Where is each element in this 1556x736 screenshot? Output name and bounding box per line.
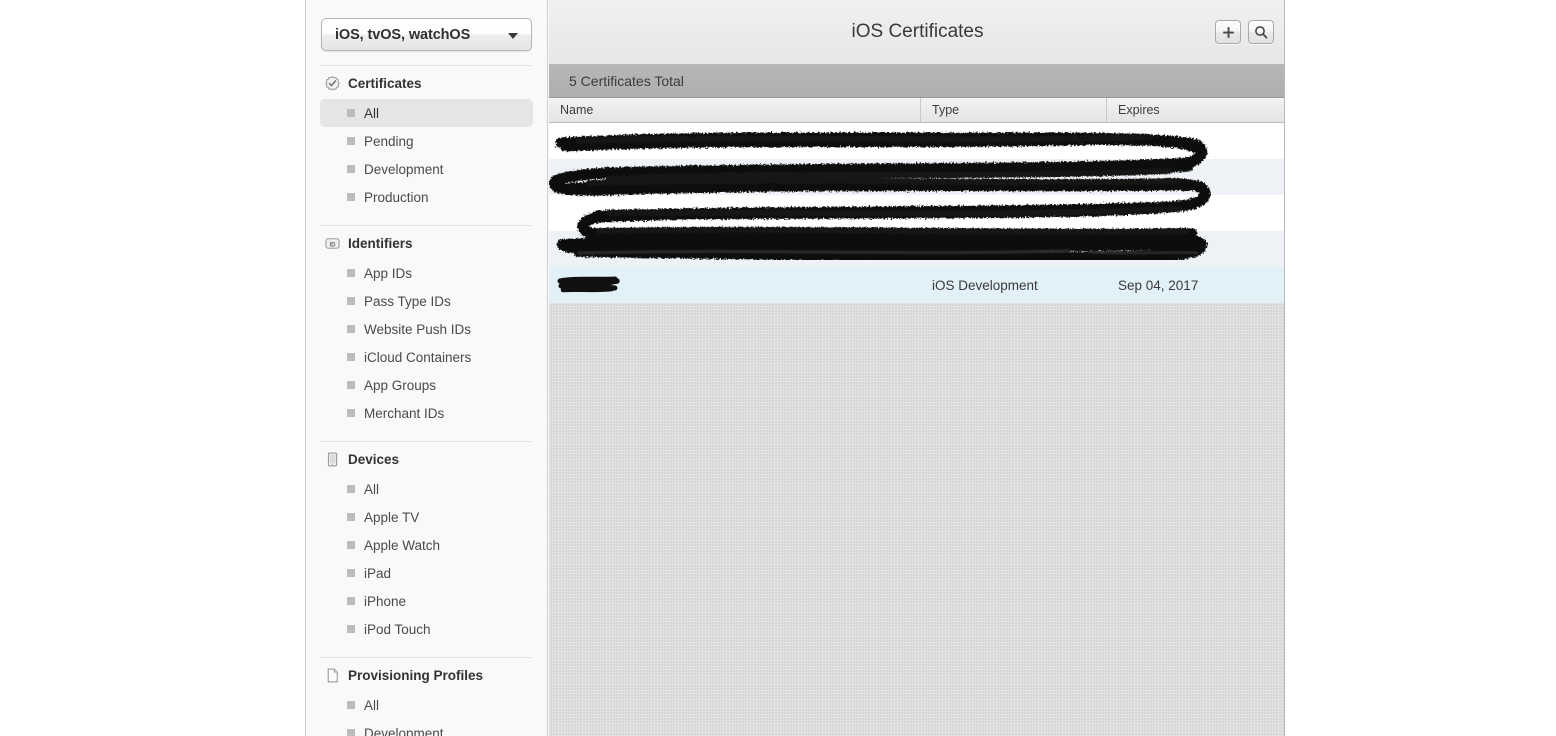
sidebar-item-icloud-containers[interactable]: iCloud Containers: [320, 343, 533, 371]
sidebar-item-label: iCloud Containers: [364, 349, 472, 365]
sidebar-item-label: Development: [364, 161, 444, 177]
table-row[interactable]: [549, 159, 1284, 195]
sidebar-item-certificates-development[interactable]: Development: [320, 155, 533, 183]
sidebar-item-apple-watch[interactable]: Apple Watch: [320, 531, 533, 559]
sidebar-item-label: Development: [364, 725, 444, 736]
id-badge-icon: ID: [325, 238, 340, 249]
sidebar-item-certificates-pending[interactable]: Pending: [320, 127, 533, 155]
sidebar-group-provisioning-profiles: Provisioning Profiles: [306, 658, 547, 691]
cell-type: iOS Development: [932, 277, 1038, 293]
sidebar-item-label: Apple Watch: [364, 537, 441, 553]
sidebar-item-label: Pass Type IDs: [364, 293, 451, 309]
sidebar-item-ipod-touch[interactable]: iPod Touch: [320, 615, 533, 643]
sidebar-item-profiles-development[interactable]: Development: [320, 719, 533, 736]
bullet-icon: [347, 353, 355, 361]
sidebar-group-title: Devices: [348, 452, 400, 467]
page-title: iOS Certificates: [851, 21, 984, 42]
sidebar-nav: Certificates All Pending Development Pro…: [306, 65, 547, 736]
sidebar-group-title: Certificates: [348, 76, 422, 91]
sidebar-item-devices-all[interactable]: All: [320, 475, 533, 503]
sidebar-item-label: Production: [364, 189, 429, 205]
sidebar-group-title: Provisioning Profiles: [348, 668, 484, 683]
header-actions: [1215, 20, 1274, 44]
platform-select[interactable]: iOS, tvOS, watchOS: [321, 18, 532, 51]
bullet-icon: [347, 569, 355, 577]
bullet-icon: [347, 325, 355, 333]
sidebar-item-pass-type-ids[interactable]: Pass Type IDs: [320, 287, 533, 315]
sidebar: iOS, tvOS, watchOS Certificates All Pend…: [306, 0, 548, 736]
chevron-down-icon: [508, 32, 518, 39]
bullet-icon: [347, 381, 355, 389]
sidebar-item-label: Website Push IDs: [364, 321, 472, 337]
cell-expires: Sep 04, 2017: [1118, 277, 1199, 293]
sidebar-item-label: iPod Touch: [364, 621, 431, 637]
plus-icon: [1222, 26, 1234, 38]
count-bar: 5 Certificates Total: [549, 65, 1284, 98]
sidebar-item-merchant-ids[interactable]: Merchant IDs: [320, 399, 533, 427]
page-shell: iOS, tvOS, watchOS Certificates All Pend…: [305, 0, 1285, 736]
certificates-table: iOS Development Sep 04, 2017: [549, 123, 1284, 303]
certificate-seal-icon: [325, 76, 340, 91]
bullet-icon: [347, 297, 355, 305]
content-area: iOS Certificates 5 Certificates Total Na…: [549, 0, 1284, 736]
table-row[interactable]: [549, 123, 1284, 159]
sidebar-item-iphone[interactable]: iPhone: [320, 587, 533, 615]
sidebar-item-label: All: [364, 697, 380, 713]
sidebar-item-ipad[interactable]: iPad: [320, 559, 533, 587]
table-row[interactable]: [549, 231, 1284, 267]
column-header-type[interactable]: Type: [921, 98, 1107, 122]
platform-select-value: iOS, tvOS, watchOS: [335, 26, 471, 43]
bullet-icon: [347, 701, 355, 709]
sidebar-group-devices: Devices: [306, 442, 547, 475]
bullet-icon: [347, 485, 355, 493]
app-root: iOS, tvOS, watchOS Certificates All Pend…: [0, 0, 1556, 736]
table-row[interactable]: [549, 195, 1284, 231]
column-header-name[interactable]: Name: [549, 98, 921, 122]
document-page-icon: [327, 668, 338, 683]
sidebar-item-apple-tv[interactable]: Apple TV: [320, 503, 533, 531]
bullet-icon: [347, 729, 355, 736]
sidebar-item-label: All: [364, 481, 380, 497]
sidebar-item-app-groups[interactable]: App Groups: [320, 371, 533, 399]
sidebar-item-certificates-all[interactable]: All: [320, 99, 533, 127]
sidebar-item-label: App IDs: [364, 265, 413, 281]
svg-text:ID: ID: [330, 242, 337, 248]
redaction-scribble: [557, 274, 629, 296]
bullet-icon: [347, 541, 355, 549]
sidebar-item-label: iPhone: [364, 593, 407, 609]
sidebar-group-certificates: Certificates: [306, 66, 547, 99]
sidebar-item-label: App Groups: [364, 377, 437, 393]
sidebar-item-app-ids[interactable]: App IDs: [320, 259, 533, 287]
search-icon: [1255, 26, 1268, 39]
bullet-icon: [347, 165, 355, 173]
column-header-expires[interactable]: Expires: [1107, 98, 1284, 122]
bullet-icon: [347, 625, 355, 633]
sidebar-item-label: Apple TV: [364, 509, 420, 525]
table-row[interactable]: iOS Development Sep 04, 2017: [549, 267, 1284, 303]
sidebar-item-label: Merchant IDs: [364, 405, 445, 421]
bullet-icon: [347, 137, 355, 145]
content-header: iOS Certificates: [549, 0, 1284, 65]
search-button[interactable]: [1248, 20, 1274, 44]
bullet-icon: [347, 109, 355, 117]
bullet-icon: [347, 513, 355, 521]
sidebar-item-label: Pending: [364, 133, 414, 149]
device-phone-icon: [327, 452, 338, 467]
bullet-icon: [347, 193, 355, 201]
sidebar-group-title: Identifiers: [348, 236, 413, 251]
sidebar-item-website-push-ids[interactable]: Website Push IDs: [320, 315, 533, 343]
sidebar-item-certificates-production[interactable]: Production: [320, 183, 533, 211]
sidebar-item-profiles-all[interactable]: All: [320, 691, 533, 719]
sidebar-group-identifiers: ID Identifiers: [306, 226, 547, 259]
bullet-icon: [347, 409, 355, 417]
bullet-icon: [347, 597, 355, 605]
certificates-total-label: 5 Certificates Total: [569, 73, 684, 89]
add-certificate-button[interactable]: [1215, 20, 1241, 44]
sidebar-item-label: iPad: [364, 565, 392, 581]
table-column-headers: Name Type Expires: [549, 98, 1284, 123]
sidebar-item-label: All: [364, 105, 380, 121]
bullet-icon: [347, 269, 355, 277]
